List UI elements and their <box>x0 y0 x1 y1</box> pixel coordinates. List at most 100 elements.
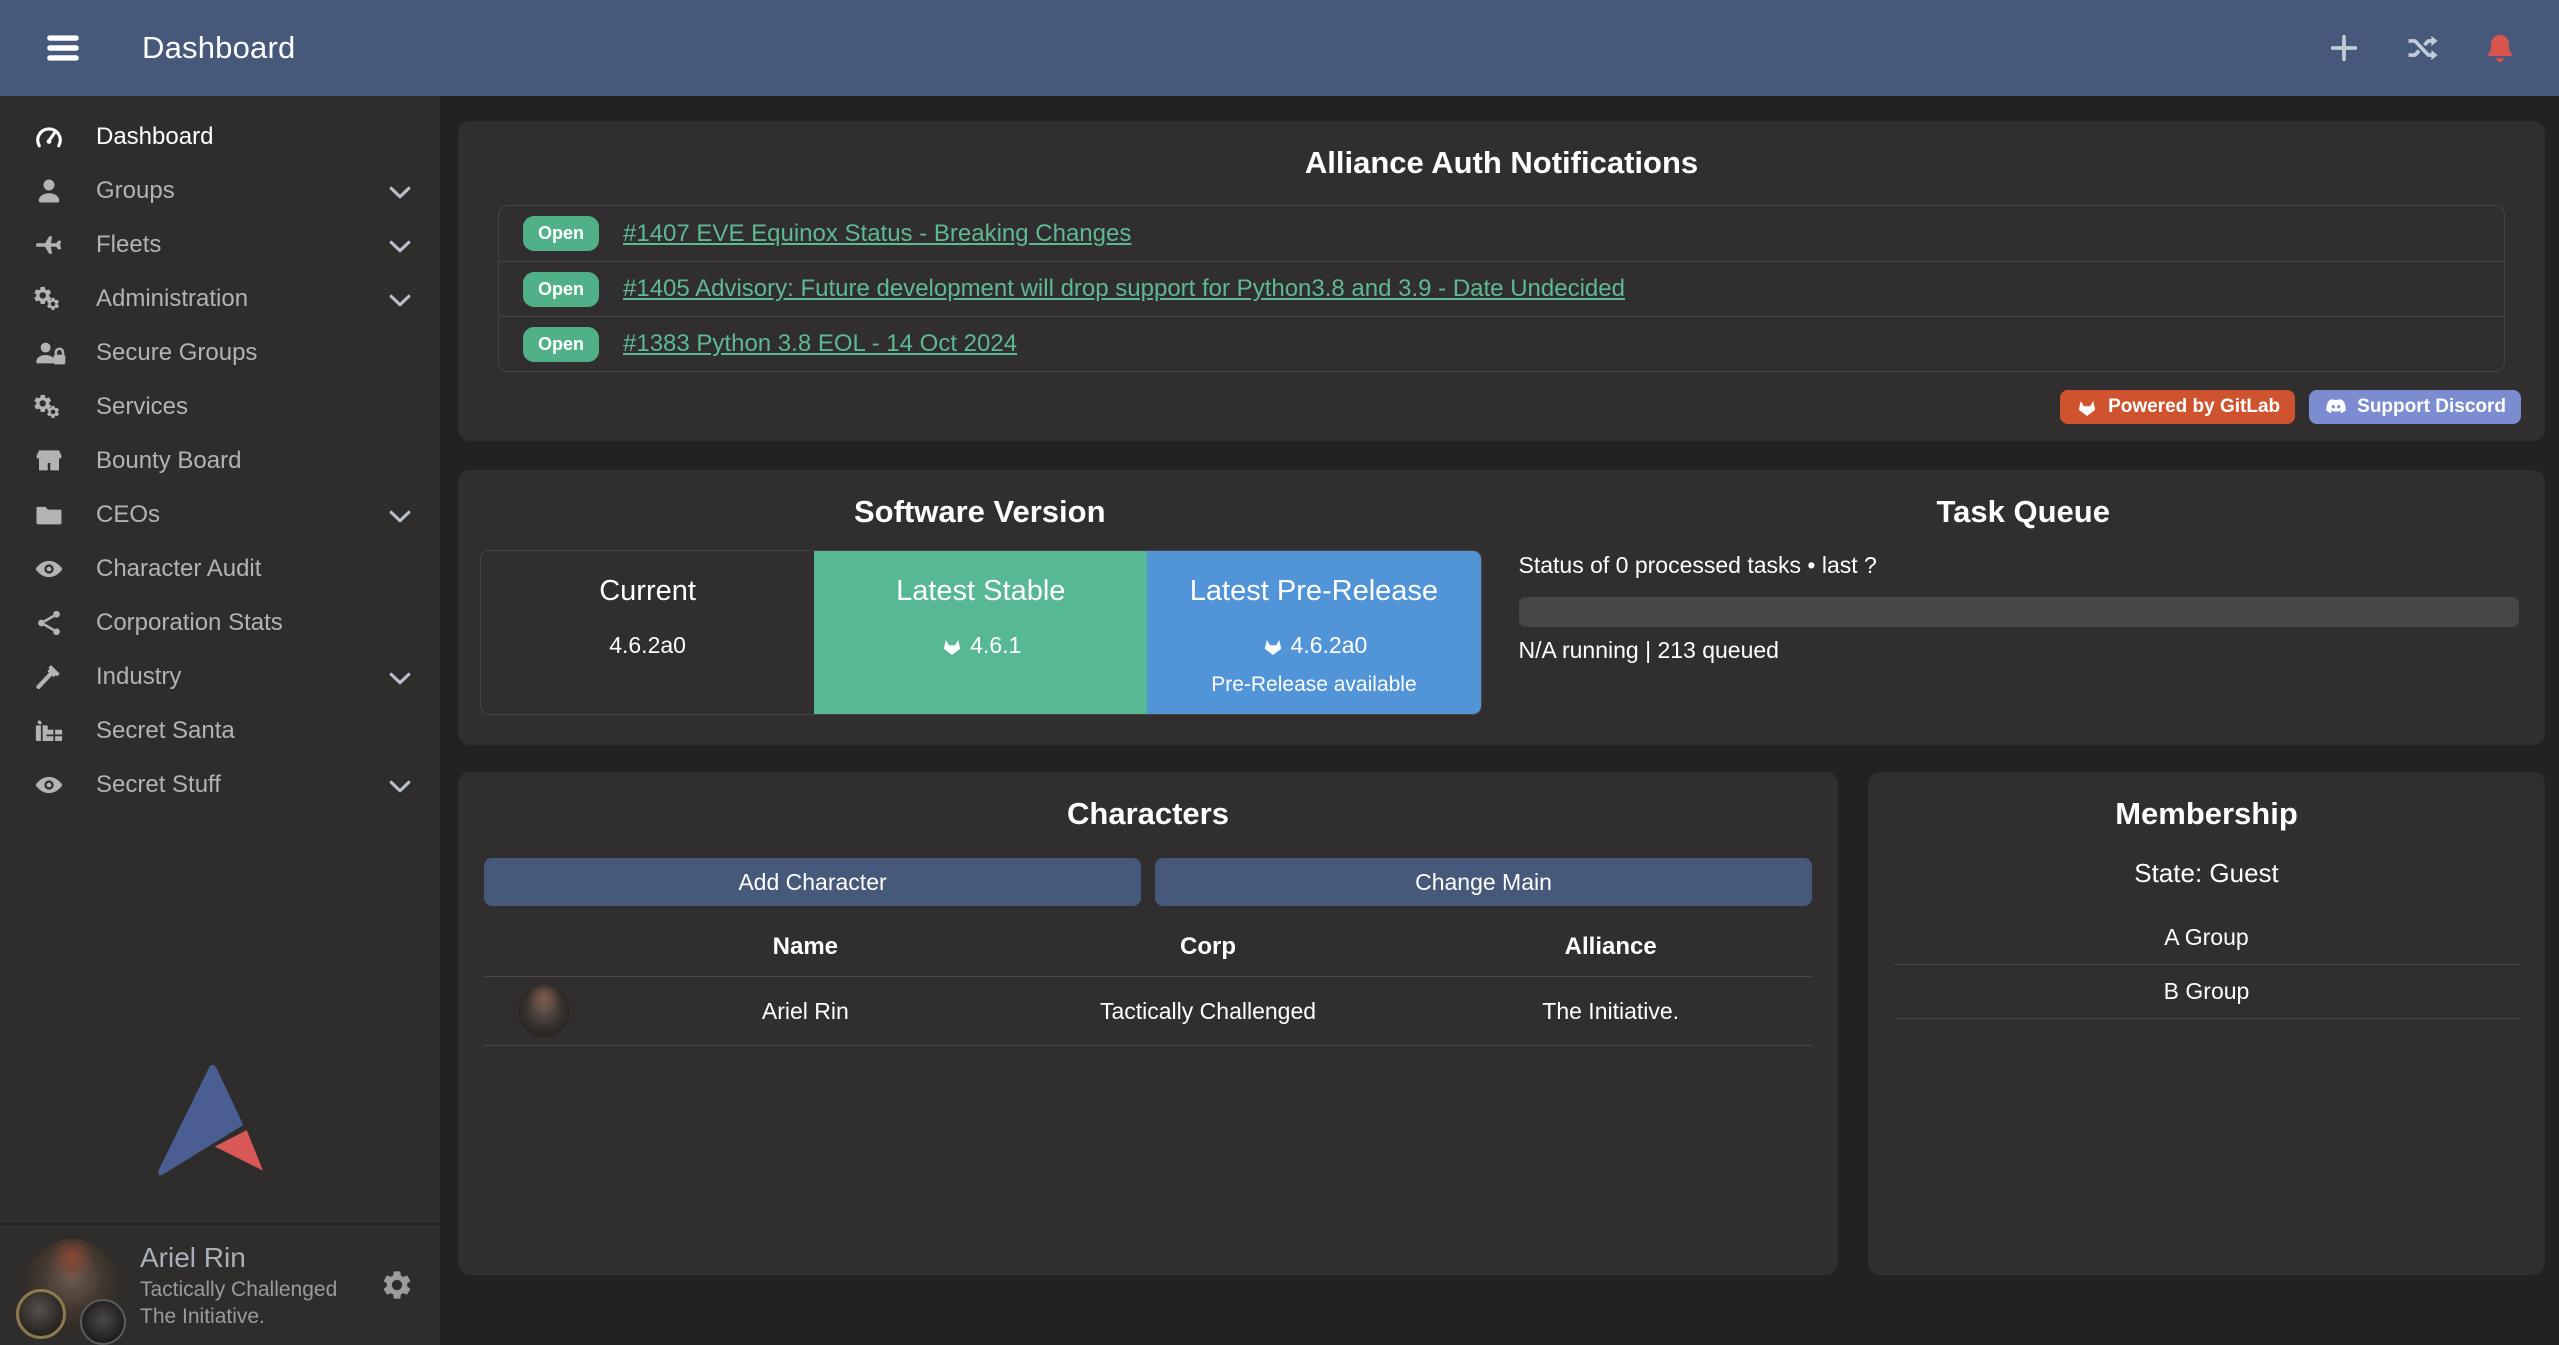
sidebar-item-bounty-board[interactable]: Bounty Board <box>0 434 440 488</box>
user-panel: Ariel Rin Tactically Challenged The Init… <box>0 1223 440 1345</box>
bottom-row: Characters Add Character Change Main Nam… <box>458 772 2545 1275</box>
software-version-title: Software Version <box>458 470 1502 530</box>
sidebar-item-character-audit[interactable]: Character Audit <box>0 542 440 596</box>
alliance-auth-logo <box>125 1032 315 1187</box>
settings-gear-icon[interactable] <box>380 1268 414 1302</box>
sidebar-item-corporation-stats[interactable]: Corporation Stats <box>0 596 440 650</box>
sidebar-item-label: Corporation Stats <box>96 609 283 637</box>
characters-title: Characters <box>458 772 1838 832</box>
list-item: A Group <box>1894 911 2519 965</box>
version-number: 4.6.2a0 <box>1291 632 1368 659</box>
navbar-actions <box>2327 31 2517 65</box>
version-label: Latest Pre-Release <box>1147 575 1480 608</box>
corp-logo-badge <box>16 1289 66 1339</box>
version-label: Latest Stable <box>814 575 1147 608</box>
user-icon <box>26 176 72 206</box>
version-number: 4.6.1 <box>970 632 1021 659</box>
sidebar-item-dashboard[interactable]: Dashboard <box>0 110 440 164</box>
sidebar-item-label: Industry <box>96 663 181 691</box>
discord-badge[interactable]: Support Discord <box>2309 390 2521 424</box>
membership-group-list: A Group B Group <box>1894 911 2519 1019</box>
add-icon[interactable] <box>2327 31 2361 65</box>
version-note: Pre-Release available <box>1147 673 1480 697</box>
gitlab-fox-icon <box>940 634 964 658</box>
page-title: Dashboard <box>142 30 295 66</box>
table-row: Ariel Rin Tactically Challenged The Init… <box>484 976 1812 1046</box>
notifications-title: Alliance Auth Notifications <box>458 121 2545 181</box>
sidebar-item-label: Character Audit <box>96 555 261 583</box>
chevron-down-icon <box>386 233 414 257</box>
sidebar-item-label: Secret Stuff <box>96 771 221 799</box>
col-header-alliance: Alliance <box>1409 933 1812 961</box>
characters-buttons: Add Character Change Main <box>484 858 1812 906</box>
notification-link[interactable]: #1383 Python 3.8 EOL - 14 Oct 2024 <box>623 330 1017 358</box>
discord-badge-label: Support Discord <box>2357 396 2506 418</box>
notification-row: Open #1383 Python 3.8 EOL - 14 Oct 2024 <box>499 316 2504 371</box>
fighter-jet-icon <box>26 230 72 260</box>
sidebar-item-secret-santa[interactable]: Secret Santa <box>0 704 440 758</box>
user-corp: Tactically Challenged <box>140 1276 337 1303</box>
sidebar-item-label: Groups <box>96 177 175 205</box>
eye-icon <box>26 770 72 800</box>
user-name: Ariel Rin <box>140 1240 337 1276</box>
character-name: Ariel Rin <box>604 998 1007 1025</box>
gitlab-fox-icon <box>1261 634 1285 658</box>
status-badge: Open <box>523 327 599 362</box>
sidebar-item-administration[interactable]: Administration <box>0 272 440 326</box>
gears-icon <box>26 392 72 422</box>
software-version-section: Software Version Current 4.6.2a0 Latest … <box>458 470 1502 745</box>
character-alliance: The Initiative. <box>1409 998 1812 1025</box>
task-queue-body: Status of 0 processed tasks • last ? N/A… <box>1502 552 2546 664</box>
characters-table-header: Name Corp Alliance <box>484 918 1812 976</box>
version-latest-prerelease: Latest Pre-Release 4.6.2a0 Pre-Release a… <box>1147 551 1480 714</box>
task-queue-section: Task Queue Status of 0 processed tasks •… <box>1502 470 2546 745</box>
chevron-down-icon <box>386 179 414 203</box>
shop-icon <box>26 446 72 476</box>
sidebar-menu: Dashboard Groups Fleets Administration S… <box>0 96 440 812</box>
chevron-down-icon <box>386 773 414 797</box>
user-info: Ariel Rin Tactically Challenged The Init… <box>140 1240 337 1331</box>
hammer-icon <box>26 662 72 692</box>
character-corp: Tactically Challenged <box>1007 998 1410 1025</box>
status-badge: Open <box>523 272 599 307</box>
gifts-icon <box>26 716 72 746</box>
sidebar-item-label: Secure Groups <box>96 339 257 367</box>
sidebar-item-secret-stuff[interactable]: Secret Stuff <box>0 758 440 812</box>
sidebar-item-ceos[interactable]: CEOs <box>0 488 440 542</box>
task-queue-title: Task Queue <box>1502 470 2546 530</box>
folder-icon <box>26 500 72 530</box>
chevron-down-icon <box>386 503 414 527</box>
version-label: Current <box>481 575 814 608</box>
membership-title: Membership <box>1868 772 2545 832</box>
notification-link[interactable]: #1407 EVE Equinox Status - Breaking Chan… <box>623 220 1131 248</box>
sidebar-item-secure-groups[interactable]: Secure Groups <box>0 326 440 380</box>
panel-characters: Characters Add Character Change Main Nam… <box>458 772 1838 1275</box>
notification-link[interactable]: #1405 Advisory: Future development will … <box>623 275 1625 303</box>
sidebar-item-label: Services <box>96 393 188 421</box>
chevron-down-icon <box>386 287 414 311</box>
col-header-name: Name <box>604 933 1007 961</box>
add-character-button[interactable]: Add Character <box>484 858 1141 906</box>
shuffle-icon[interactable] <box>2405 31 2439 65</box>
sidebar-item-services[interactable]: Services <box>0 380 440 434</box>
sidebar: Dashboard Groups Fleets Administration S… <box>0 96 440 1345</box>
user-alliance: The Initiative. <box>140 1303 337 1330</box>
task-queue-counts: N/A running | 213 queued <box>1519 637 2520 664</box>
sidebar-item-fleets[interactable]: Fleets <box>0 218 440 272</box>
gitlab-badge[interactable]: Powered by GitLab <box>2060 390 2295 424</box>
sidebar-item-label: Bounty Board <box>96 447 241 475</box>
panel-membership: Membership State: Guest A Group B Group <box>1868 772 2545 1275</box>
notification-row: Open #1407 EVE Equinox Status - Breaking… <box>499 206 2504 261</box>
sidebar-item-industry[interactable]: Industry <box>0 650 440 704</box>
notifications-bell-icon[interactable] <box>2483 31 2517 65</box>
character-portrait <box>518 985 570 1037</box>
sidebar-item-groups[interactable]: Groups <box>0 164 440 218</box>
gitlab-badge-label: Powered by GitLab <box>2108 396 2280 418</box>
eye-icon <box>26 554 72 584</box>
sidebar-item-label: CEOs <box>96 501 160 529</box>
change-main-button[interactable]: Change Main <box>1155 858 1812 906</box>
share-nodes-icon <box>26 608 72 638</box>
status-badge: Open <box>523 216 599 251</box>
user-avatar[interactable] <box>26 1239 118 1331</box>
hamburger-menu-icon[interactable] <box>42 29 84 67</box>
